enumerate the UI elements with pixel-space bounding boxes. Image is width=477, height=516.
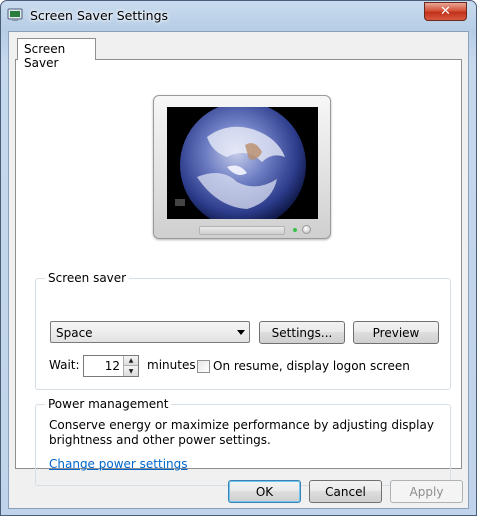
screen-saver-settings-window: Screen Saver Settings ✕ Screen Saver Scr… (0, 0, 477, 516)
dialog-client-area: Screen Saver Screen saver Space Settings… (8, 31, 469, 509)
preview-screen (167, 107, 318, 219)
wait-minutes-value[interactable]: 12 (105, 359, 120, 373)
cancel-button[interactable]: Cancel (309, 480, 382, 503)
power-management-legend: Power management (45, 397, 172, 411)
power-description-line2: brightness and other power settings. (49, 433, 271, 447)
preview-button[interactable]: Preview (353, 321, 439, 344)
wait-label: Wait: (49, 358, 80, 372)
change-power-settings-link[interactable]: Change power settings (49, 457, 188, 471)
settings-button[interactable]: Settings... (259, 321, 345, 344)
power-description-line1: Conserve energy or maximize performance … (49, 418, 434, 432)
screen-saver-dropdown-value: Space (56, 326, 93, 340)
screen-saver-dropdown[interactable]: Space (50, 321, 250, 343)
screen-saver-legend: Screen saver (45, 271, 130, 285)
close-button[interactable]: ✕ (424, 2, 467, 21)
monitor-power-button (302, 225, 311, 234)
ok-button[interactable]: OK (228, 480, 301, 503)
screen-saver-app-icon (7, 8, 23, 21)
tab-panel: Screen saver Space Settings... Preview W… (15, 59, 462, 486)
spin-down-icon[interactable]: ▼ (124, 366, 138, 376)
preview-monitor (153, 95, 331, 239)
wait-minutes-spinner[interactable]: 12 ▲ ▼ (83, 355, 139, 377)
window-title: Screen Saver Settings (30, 8, 169, 23)
resume-logon-checkbox[interactable] (197, 360, 210, 373)
chevron-down-icon (237, 330, 245, 335)
close-icon: ✕ (440, 4, 451, 19)
power-led (293, 228, 297, 232)
title-bar[interactable]: Screen Saver Settings ✕ (1, 1, 476, 31)
tab-screen-saver[interactable]: Screen Saver (17, 38, 96, 70)
apply-button[interactable]: Apply (390, 480, 463, 503)
minutes-label: minutes (147, 358, 196, 372)
spin-buttons: ▲ ▼ (123, 356, 138, 376)
earth-image (167, 107, 318, 219)
monitor-base (199, 226, 285, 235)
spin-up-icon[interactable]: ▲ (124, 356, 138, 366)
resume-logon-label[interactable]: On resume, display logon screen (213, 359, 410, 373)
